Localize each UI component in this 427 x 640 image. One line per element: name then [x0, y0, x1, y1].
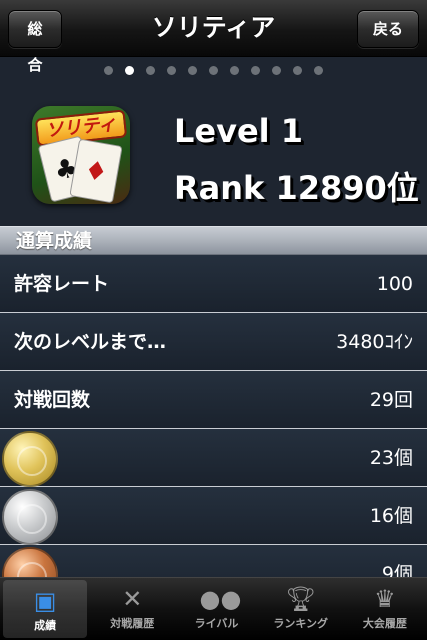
- silver-medal-icon: [2, 489, 58, 545]
- row-label: 対戦回数: [14, 389, 91, 411]
- tab-tournament-history[interactable]: ♛ 大会履歴: [343, 578, 427, 640]
- row-value: 100: [376, 273, 413, 295]
- page-title: ソリティア: [151, 13, 276, 42]
- page-dot[interactable]: [125, 66, 134, 75]
- strategy-board-icon: ✕: [122, 585, 143, 613]
- stats-list: 許容レート 100 次のレベルまで… 3480ｺｲﾝ 対戦回数 29回 23個 …: [0, 255, 427, 603]
- page-dot[interactable]: [146, 66, 155, 75]
- page-dot[interactable]: [272, 66, 281, 75]
- tab-label: ライバル: [194, 617, 239, 630]
- tab-match-history[interactable]: ✕ 対戦履歴: [90, 578, 174, 640]
- tab-label: 対戦履歴: [110, 617, 155, 630]
- section-header: 通算成績: [0, 226, 427, 255]
- profile-summary: ソリティア ♣ ♦ Level 1 Rank 12890位: [0, 88, 427, 226]
- people-icon: ●●: [199, 585, 242, 613]
- list-item-next-level: 次のレベルまで… 3480ｺｲﾝ: [0, 313, 427, 371]
- tab-ranking[interactable]: 🏆︎ ランキング: [259, 578, 343, 640]
- page-dot[interactable]: [293, 66, 302, 75]
- tab-label: ランキング: [273, 617, 329, 630]
- list-item-silver-medals: 16個: [0, 487, 427, 545]
- navigation-bar: 総合 ソリティア 戻る: [0, 0, 427, 74]
- page-dot[interactable]: [188, 66, 197, 75]
- crown-icon: ♛: [374, 585, 396, 613]
- page-dot[interactable]: [314, 66, 323, 75]
- overall-button[interactable]: 総合: [8, 10, 62, 74]
- list-item-allowed-rate: 許容レート 100: [0, 255, 427, 313]
- row-value: 16個: [369, 505, 413, 527]
- page-dot[interactable]: [104, 66, 113, 75]
- row-value: 23個: [369, 447, 413, 469]
- row-label: 許容レート: [14, 273, 110, 295]
- page-dot[interactable]: [167, 66, 176, 75]
- tab-rivals[interactable]: ●● ライバル: [174, 578, 258, 640]
- diamond-card-icon: ♦: [69, 138, 123, 204]
- page-dot[interactable]: [251, 66, 260, 75]
- tab-bar: ▣ 成績 ✕ 対戦履歴 ●● ライバル 🏆︎ ランキング ♛ 大会履歴: [0, 577, 427, 640]
- page-dot[interactable]: [209, 66, 218, 75]
- profile-card-icon: ▣: [33, 587, 57, 615]
- row-value: 3480ｺｲﾝ: [336, 331, 413, 353]
- list-item-gold-medals: 23個: [0, 429, 427, 487]
- tab-stats[interactable]: ▣ 成績: [3, 580, 88, 638]
- back-button[interactable]: 戻る: [357, 10, 419, 48]
- rank-label: Rank 12890位: [174, 169, 419, 207]
- solitaire-app-icon: ソリティア ♣ ♦: [32, 106, 130, 204]
- trophy-icon: 🏆︎: [285, 585, 316, 613]
- gold-medal-icon: [2, 431, 58, 487]
- row-value: 29回: [369, 389, 413, 411]
- level-label: Level 1: [174, 112, 304, 150]
- list-item-match-count: 対戦回数 29回: [0, 371, 427, 429]
- row-label: 次のレベルまで…: [14, 331, 167, 353]
- page-dot[interactable]: [230, 66, 239, 75]
- tab-label: 成績: [34, 619, 57, 632]
- page-indicator[interactable]: [0, 66, 427, 78]
- tab-label: 大会履歴: [362, 617, 407, 630]
